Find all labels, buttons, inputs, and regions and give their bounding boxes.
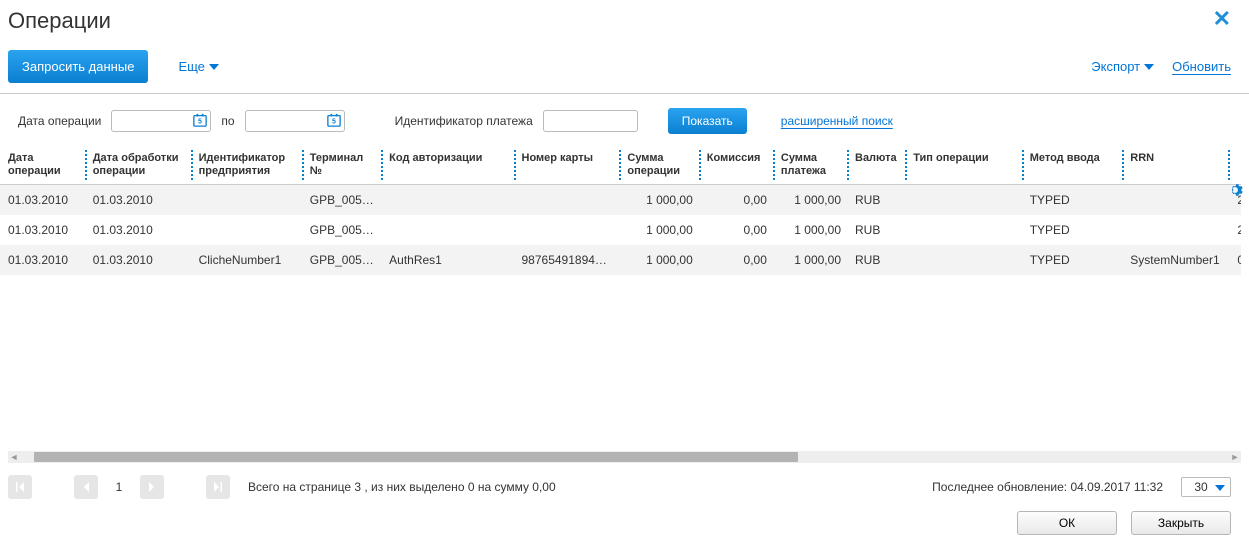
last-page-button[interactable]	[206, 475, 230, 499]
column-header[interactable]: RRN	[1122, 146, 1228, 185]
cell-merchant	[191, 215, 302, 245]
cell-terminal: GPB_0055_1	[302, 245, 381, 275]
cell-fee: 0,00	[699, 245, 773, 275]
column-header[interactable]: Дата обработки операции	[85, 146, 191, 185]
scrollbar-thumb[interactable]	[34, 452, 798, 462]
column-header[interactable]: Метод ввода	[1022, 146, 1123, 185]
column-header[interactable]: Дата операции	[0, 146, 85, 185]
next-page-button[interactable]	[140, 475, 164, 499]
more-label: Еще	[178, 59, 204, 74]
horizontal-scrollbar[interactable]: ◄ ►	[8, 451, 1241, 463]
cell-auth	[381, 215, 513, 245]
page-number: 1	[104, 480, 134, 494]
per-page-select[interactable]: 30	[1181, 477, 1231, 497]
column-header[interactable]: Валюта	[847, 146, 905, 185]
date-to-field[interactable]: 5	[245, 110, 345, 132]
first-page-button[interactable]	[8, 475, 32, 499]
payment-id-input[interactable]	[543, 110, 638, 132]
table-row[interactable]: 01.03.201001.03.2010 GPB_0055_3 1 000,000,…	[0, 185, 1241, 216]
cell-merchant: ClicheNumber1	[191, 245, 302, 275]
cell-cur: RUB	[847, 185, 905, 216]
refresh-link[interactable]: Обновить	[1172, 59, 1231, 74]
cell-merchant	[191, 185, 302, 216]
chevron-down-icon	[1144, 64, 1154, 70]
cell-proc_date: 01.03.2010	[85, 245, 191, 275]
cell-fee: 0,00	[699, 215, 773, 245]
column-header[interactable]: Комиссия	[699, 146, 773, 185]
scroll-left-icon[interactable]: ◄	[8, 451, 20, 463]
cell-extra: 29.	[1228, 215, 1241, 245]
cell-method: TYPED	[1022, 215, 1123, 245]
column-header[interactable]: Сумма платежа	[773, 146, 847, 185]
close-button[interactable]: Закрыть	[1131, 511, 1231, 535]
export-label: Экспорт	[1091, 59, 1140, 74]
cell-op_date: 01.03.2010	[0, 185, 85, 216]
cell-extra: 04.	[1228, 245, 1241, 275]
date-from-field[interactable]: 5	[111, 110, 211, 132]
page-summary: Всего на странице 3 , из них выделено 0 …	[248, 480, 914, 494]
cell-terminal: GPB_0055_2	[302, 215, 381, 245]
data-grid: Дата операцииДата обработки операцииИден…	[0, 146, 1241, 275]
cell-cur: RUB	[847, 245, 905, 275]
table-row[interactable]: 01.03.201001.03.2010 GPB_0055_2 1 000,000,…	[0, 215, 1241, 245]
cell-pay: 1 000,00	[773, 185, 847, 216]
column-header[interactable]: Сумма операции	[619, 146, 698, 185]
page-title: Операции	[8, 8, 111, 34]
prev-page-button[interactable]	[74, 475, 98, 499]
cell-auth: AuthRes1	[381, 245, 513, 275]
column-header[interactable]	[1228, 146, 1241, 185]
chevron-down-icon	[209, 64, 219, 70]
cell-terminal: GPB_0055_3	[302, 185, 381, 216]
column-header[interactable]: Код авторизации	[381, 146, 513, 185]
date-from-input[interactable]	[111, 110, 211, 132]
cell-amount: 1 000,00	[619, 185, 698, 216]
date-op-label: Дата операции	[18, 114, 101, 128]
cell-cur: RUB	[847, 215, 905, 245]
cell-op_date: 01.03.2010	[0, 245, 85, 275]
scroll-right-icon[interactable]: ►	[1229, 451, 1241, 463]
column-header[interactable]: Тип операции	[905, 146, 1021, 185]
cell-amount: 1 000,00	[619, 245, 698, 275]
show-button[interactable]: Показать	[668, 108, 747, 134]
column-header[interactable]: Терминал №	[302, 146, 381, 185]
cell-fee: 0,00	[699, 185, 773, 216]
cell-rrn	[1122, 185, 1228, 216]
cell-type	[905, 185, 1021, 216]
cell-rrn	[1122, 215, 1228, 245]
cell-type	[905, 215, 1021, 245]
grid-settings-button[interactable]	[1227, 182, 1243, 201]
cell-proc_date: 01.03.2010	[85, 215, 191, 245]
close-icon[interactable]: ✕	[1213, 8, 1231, 30]
date-to-label: по	[221, 114, 234, 128]
cell-card: 98765491894164	[514, 245, 620, 275]
cell-pay: 1 000,00	[773, 215, 847, 245]
payment-id-label: Идентификатор платежа	[395, 114, 533, 128]
cell-amount: 1 000,00	[619, 215, 698, 245]
request-data-button[interactable]: Запросить данные	[8, 50, 148, 83]
chevron-down-icon	[1215, 485, 1225, 491]
export-menu[interactable]: Экспорт	[1091, 59, 1154, 74]
cell-card	[514, 215, 620, 245]
ok-button[interactable]: ОК	[1017, 511, 1117, 535]
more-menu[interactable]: Еще	[178, 59, 218, 74]
cell-proc_date: 01.03.2010	[85, 185, 191, 216]
cell-pay: 1 000,00	[773, 245, 847, 275]
cell-op_date: 01.03.2010	[0, 215, 85, 245]
table-row[interactable]: 01.03.201001.03.2010ClicheNumber1GPB_005…	[0, 245, 1241, 275]
cell-rrn: SystemNumber1	[1122, 245, 1228, 275]
cell-method: TYPED	[1022, 245, 1123, 275]
cell-method: TYPED	[1022, 185, 1123, 216]
cell-auth	[381, 185, 513, 216]
last-update: Последнее обновление: 04.09.2017 11:32	[932, 480, 1163, 494]
cell-card	[514, 185, 620, 216]
cell-type	[905, 245, 1021, 275]
gear-icon	[1227, 182, 1243, 198]
column-header[interactable]: Номер карты	[514, 146, 620, 185]
advanced-search-link[interactable]: расширенный поиск	[781, 114, 893, 128]
column-header[interactable]: Идентификатор предприятия	[191, 146, 302, 185]
date-to-input[interactable]	[245, 110, 345, 132]
